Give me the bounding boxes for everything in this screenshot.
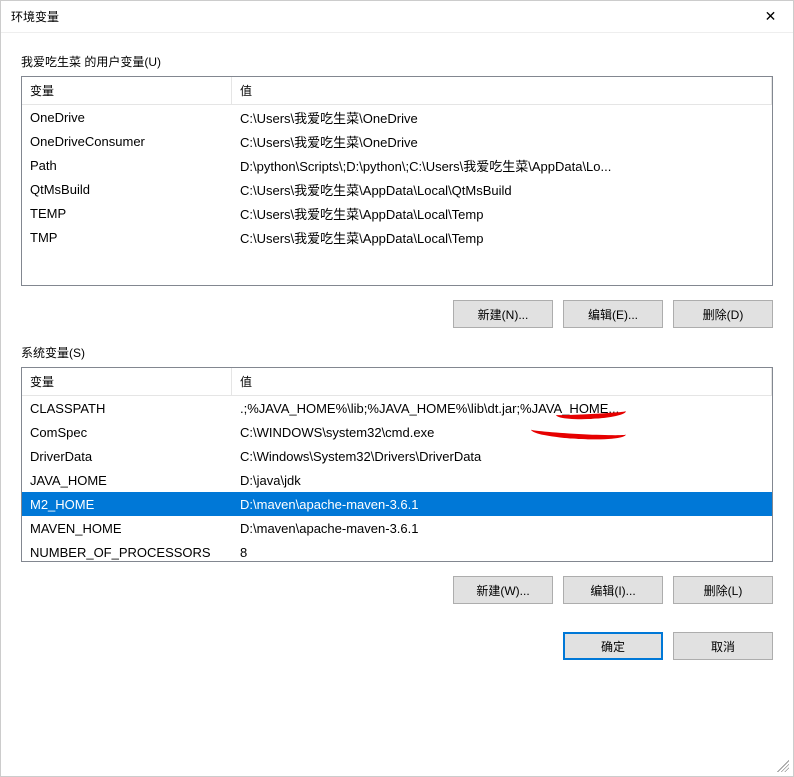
table-row[interactable]: OneDriveConsumer C:\Users\我爱吃生菜\OneDrive	[22, 129, 772, 153]
dialog-buttons: 确定 取消	[21, 632, 773, 666]
table-row[interactable]: Path D:\python\Scripts\;D:\python\;C:\Us…	[22, 153, 772, 177]
title-bar: 环境变量 ✕	[1, 1, 793, 33]
var-name: DriverData	[22, 446, 232, 467]
table-row[interactable]: OneDrive C:\Users\我爱吃生菜\OneDrive	[22, 105, 772, 129]
var-value: .;%JAVA_HOME%\lib;%JAVA_HOME%\lib\dt.jar…	[232, 398, 772, 419]
var-name: TEMP	[22, 203, 232, 224]
var-value: C:\Users\我爱吃生菜\OneDrive	[232, 105, 772, 130]
var-value: C:\Windows\System32\Drivers\DriverData	[232, 446, 772, 467]
environment-variables-dialog: 环境变量 ✕ 我爱吃生菜 的用户变量(U) 变量 值 OneDrive C:\U…	[0, 0, 794, 777]
cancel-button[interactable]: 取消	[673, 632, 773, 660]
var-name: OneDriveConsumer	[22, 131, 232, 152]
user-new-button[interactable]: 新建(N)...	[453, 300, 553, 328]
system-edit-button[interactable]: 编辑(I)...	[563, 576, 663, 604]
table-row[interactable]: QtMsBuild C:\Users\我爱吃生菜\AppData\Local\Q…	[22, 177, 772, 201]
var-value: C:\Users\我爱吃生菜\AppData\Local\Temp	[232, 201, 772, 226]
var-name: CLASSPATH	[22, 398, 232, 419]
system-list-body: CLASSPATH .;%JAVA_HOME%\lib;%JAVA_HOME%\…	[22, 396, 772, 561]
column-header-variable[interactable]: 变量	[22, 77, 232, 104]
var-name: MAVEN_HOME	[22, 518, 232, 539]
var-value: C:\Users\我爱吃生菜\AppData\Local\Temp	[232, 225, 772, 250]
table-row[interactable]: ComSpec C:\WINDOWS\system32\cmd.exe	[22, 420, 772, 444]
var-name: TMP	[22, 227, 232, 248]
system-delete-button[interactable]: 删除(L)	[673, 576, 773, 604]
close-icon: ✕	[765, 8, 777, 25]
var-value: C:\Users\我爱吃生菜\AppData\Local\QtMsBuild	[232, 177, 772, 202]
user-variables-label: 我爱吃生菜 的用户变量(U)	[21, 53, 773, 70]
system-variables-list[interactable]: 变量 值 CLASSPATH .;%JAVA_HOME%\lib;%JAVA_H…	[21, 367, 773, 562]
column-header-value[interactable]: 值	[232, 368, 772, 395]
column-header-value[interactable]: 值	[232, 77, 772, 104]
user-variables-list[interactable]: 变量 值 OneDrive C:\Users\我爱吃生菜\OneDrive On…	[21, 76, 773, 286]
column-header-variable[interactable]: 变量	[22, 368, 232, 395]
resize-grip-icon[interactable]	[777, 760, 789, 772]
list-header: 变量 值	[22, 77, 772, 105]
table-row-selected[interactable]: M2_HOME D:\maven\apache-maven-3.6.1	[22, 492, 772, 516]
window-title: 环境变量	[11, 8, 59, 25]
table-row[interactable]: MAVEN_HOME D:\maven\apache-maven-3.6.1	[22, 516, 772, 540]
var-value: D:\maven\apache-maven-3.6.1	[232, 518, 772, 539]
user-delete-button[interactable]: 删除(D)	[673, 300, 773, 328]
var-value: C:\Users\我爱吃生菜\OneDrive	[232, 129, 772, 154]
var-value: C:\WINDOWS\system32\cmd.exe	[232, 422, 772, 443]
var-name: OneDrive	[22, 107, 232, 128]
list-header: 变量 值	[22, 368, 772, 396]
var-value: D:\python\Scripts\;D:\python\;C:\Users\我…	[232, 153, 772, 178]
user-list-body: OneDrive C:\Users\我爱吃生菜\OneDrive OneDriv…	[22, 105, 772, 285]
user-edit-button[interactable]: 编辑(E)...	[563, 300, 663, 328]
user-buttons: 新建(N)... 编辑(E)... 删除(D)	[21, 300, 773, 328]
table-row[interactable]: JAVA_HOME D:\java\jdk	[22, 468, 772, 492]
var-name: Path	[22, 155, 232, 176]
table-row[interactable]: DriverData C:\Windows\System32\Drivers\D…	[22, 444, 772, 468]
var-name: NUMBER_OF_PROCESSORS	[22, 542, 232, 562]
dialog-content: 我爱吃生菜 的用户变量(U) 变量 值 OneDrive C:\Users\我爱…	[1, 33, 793, 776]
table-row[interactable]: TEMP C:\Users\我爱吃生菜\AppData\Local\Temp	[22, 201, 772, 225]
system-variables-label: 系统变量(S)	[21, 344, 773, 361]
var-value: D:\maven\apache-maven-3.6.1	[232, 494, 772, 515]
table-row[interactable]: NUMBER_OF_PROCESSORS 8	[22, 540, 772, 561]
var-value: D:\java\jdk	[232, 470, 772, 491]
system-new-button[interactable]: 新建(W)...	[453, 576, 553, 604]
var-value: 8	[232, 542, 772, 562]
var-name: QtMsBuild	[22, 179, 232, 200]
ok-button[interactable]: 确定	[563, 632, 663, 660]
var-name: ComSpec	[22, 422, 232, 443]
table-row[interactable]: CLASSPATH .;%JAVA_HOME%\lib;%JAVA_HOME%\…	[22, 396, 772, 420]
system-buttons: 新建(W)... 编辑(I)... 删除(L)	[21, 576, 773, 604]
table-row[interactable]: TMP C:\Users\我爱吃生菜\AppData\Local\Temp	[22, 225, 772, 249]
close-button[interactable]: ✕	[748, 1, 793, 33]
var-name: M2_HOME	[22, 494, 232, 515]
var-name: JAVA_HOME	[22, 470, 232, 491]
